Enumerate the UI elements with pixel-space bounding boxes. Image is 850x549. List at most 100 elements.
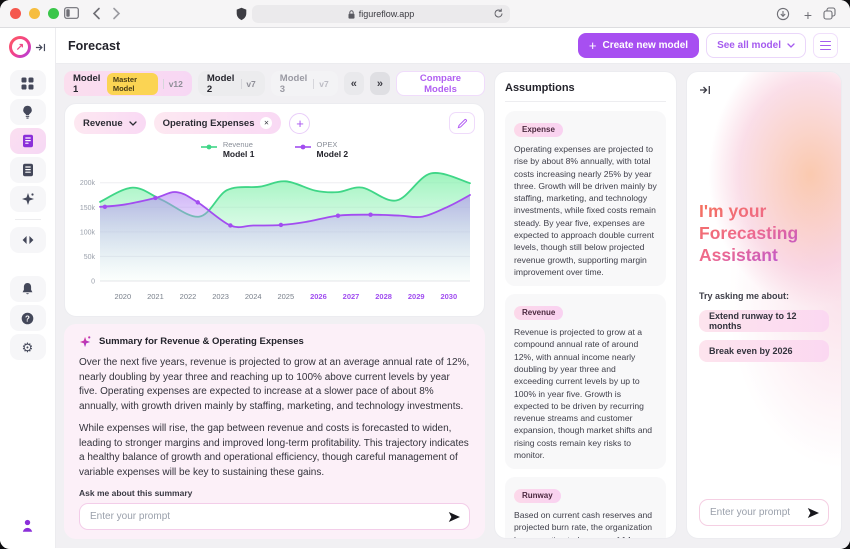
- sparkle-icon: [21, 192, 35, 206]
- create-new-model-button[interactable]: + Create new model: [578, 33, 699, 58]
- metric-pill-revenue[interactable]: Revenue: [74, 112, 146, 134]
- sidebar-item-dashboard[interactable]: [10, 70, 46, 96]
- app-header: Forecast + Create new model See all mode…: [56, 28, 850, 64]
- see-all-models-button[interactable]: See all model: [706, 33, 806, 58]
- browser-forward-icon[interactable]: [112, 7, 121, 20]
- forecast-chart: 050k100k150k200k202020212022202320242025…: [74, 159, 476, 307]
- assumption-card-expense[interactable]: Expense Operating expenses are projected…: [505, 111, 666, 286]
- tabs-next-button[interactable]: »: [370, 72, 390, 95]
- send-icon: [448, 511, 461, 523]
- sidebar-item-ideas[interactable]: [10, 99, 46, 125]
- summary-prompt-input[interactable]: [79, 503, 470, 530]
- legend-item-revenue: RevenueModel 1: [201, 140, 255, 159]
- svg-text:50k: 50k: [84, 254, 96, 261]
- suggestion-break-even[interactable]: Break even by 2026: [699, 340, 829, 362]
- assumption-card-runway[interactable]: Runway Based on current cash reserves an…: [505, 477, 666, 539]
- chevron-down-icon: [787, 43, 795, 48]
- svg-text:?: ?: [25, 314, 30, 323]
- svg-text:2029: 2029: [408, 292, 425, 301]
- summary-title: Summary for Revenue & Operating Expenses: [99, 336, 304, 347]
- forecast-doc-icon: [22, 134, 34, 148]
- summary-prompt-label: Ask me about this summary: [79, 480, 470, 498]
- zoom-window-button[interactable]: [48, 8, 59, 19]
- compare-models-button[interactable]: Compare Models: [396, 71, 485, 96]
- tab-overview-icon[interactable]: [823, 7, 836, 20]
- sidebar-item-compare[interactable]: [10, 227, 46, 253]
- sidebar-item-settings[interactable]: ⚙: [10, 334, 46, 360]
- assumptions-panel: Assumptions Expense Operating expenses a…: [494, 71, 677, 539]
- chart-card: Revenue Operating Expenses ✕ +: [64, 103, 485, 317]
- sidebar-divider: [15, 219, 41, 220]
- runway-badge: Runway: [514, 489, 561, 503]
- panel-collapse-icon[interactable]: [699, 84, 711, 96]
- browser-back-icon[interactable]: [92, 7, 101, 20]
- user-avatar[interactable]: [20, 518, 35, 538]
- document-icon: [22, 163, 34, 177]
- suggestion-extend-runway[interactable]: Extend runway to 12 months: [699, 310, 829, 332]
- tab-model-3[interactable]: Model 3 v7: [271, 71, 338, 96]
- menu-button[interactable]: [813, 33, 838, 58]
- help-icon: ?: [21, 312, 34, 325]
- content-area: Model 1 Master Model v12 Model 2 v7 Mode…: [56, 64, 850, 548]
- sidebar-item-notifications[interactable]: [10, 276, 46, 302]
- assistant-title: I'm your Forecasting Assistant: [699, 200, 829, 267]
- new-tab-icon[interactable]: +: [804, 7, 812, 23]
- app-root: ↗: [0, 28, 850, 548]
- svg-text:2023: 2023: [212, 292, 229, 301]
- lock-icon: [348, 10, 355, 19]
- remove-metric-icon[interactable]: ✕: [260, 117, 272, 129]
- url-text: figureflow.app: [359, 9, 415, 19]
- page-title: Forecast: [68, 39, 120, 53]
- svg-text:2021: 2021: [147, 292, 164, 301]
- assistant-try-label: Try asking me about:: [699, 291, 829, 301]
- assumption-card-revenue[interactable]: Revenue Revenue is projected to grow at …: [505, 294, 666, 469]
- privacy-shield-icon[interactable]: [236, 7, 247, 21]
- grid-icon: [21, 77, 34, 90]
- svg-text:2022: 2022: [180, 292, 197, 301]
- chart-legend: RevenueModel 1 OPEXModel 2: [74, 140, 475, 159]
- sidebar-nav: ? ⚙: [10, 70, 46, 360]
- legend-item-opex: OPEXModel 2: [295, 140, 349, 159]
- assumptions-title: Assumptions: [505, 82, 666, 102]
- address-bar[interactable]: figureflow.app: [252, 5, 510, 23]
- reload-icon[interactable]: [493, 8, 504, 21]
- assistant-send-button[interactable]: [806, 506, 820, 520]
- revenue-badge: Revenue: [514, 306, 563, 320]
- summary-send-button[interactable]: [447, 510, 461, 524]
- svg-text:2020: 2020: [114, 292, 131, 301]
- minimize-window-button[interactable]: [29, 8, 40, 19]
- sidebar-item-documents[interactable]: [10, 157, 46, 183]
- svg-text:0: 0: [91, 279, 95, 286]
- add-metric-button[interactable]: +: [289, 113, 310, 134]
- summary-paragraph-2: While expenses will rise, the gap betwee…: [79, 422, 470, 480]
- metric-pill-operating-expenses[interactable]: Operating Expenses ✕: [154, 112, 282, 134]
- window-controls: [10, 8, 59, 19]
- svg-text:2027: 2027: [343, 292, 360, 301]
- svg-text:2024: 2024: [245, 292, 262, 301]
- tab-model-1[interactable]: Model 1 Master Model v12: [64, 71, 192, 96]
- app-logo[interactable]: ↗: [9, 36, 31, 58]
- svg-text:2026: 2026: [310, 292, 327, 301]
- expense-badge: Expense: [514, 123, 563, 137]
- downloads-icon[interactable]: [776, 7, 790, 21]
- tabs-prev-button[interactable]: «: [344, 72, 364, 95]
- assistant-panel: I'm your Forecasting Assistant Try askin…: [686, 71, 842, 539]
- sidebar-item-help[interactable]: ?: [10, 305, 46, 331]
- send-icon: [807, 507, 820, 519]
- svg-text:2030: 2030: [440, 292, 457, 301]
- lightbulb-icon: [21, 105, 34, 119]
- svg-text:2025: 2025: [277, 292, 294, 301]
- tab-model-2[interactable]: Model 2 v7: [198, 71, 265, 96]
- sidebar-collapse-icon[interactable]: [35, 42, 46, 53]
- sidebar-item-ai[interactable]: [10, 186, 46, 212]
- summary-paragraph-1: Over the next five years, revenue is pro…: [79, 356, 470, 414]
- browser-window: figureflow.app + ↗: [0, 0, 850, 549]
- pencil-icon: [457, 118, 468, 129]
- edit-chart-button[interactable]: [449, 112, 475, 134]
- browser-sidebar-toggle-icon[interactable]: [64, 7, 79, 19]
- person-icon: [20, 518, 35, 533]
- arrows-horizontal-icon: [21, 234, 35, 246]
- sidebar-item-forecast[interactable]: [10, 128, 46, 154]
- svg-text:2028: 2028: [375, 292, 392, 301]
- close-window-button[interactable]: [10, 8, 21, 19]
